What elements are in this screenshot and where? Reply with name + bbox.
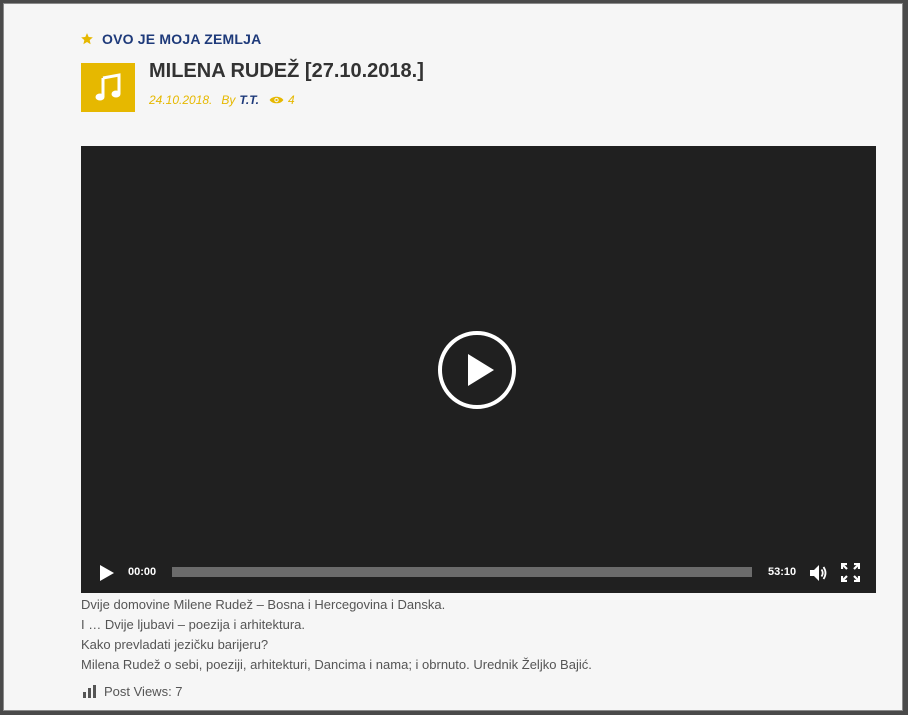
player-controls: 00:00 53:10: [81, 553, 876, 593]
post-date: 24.10.2018.: [149, 93, 213, 107]
description-line: Kako prevladati jezičku barijeru?: [81, 637, 269, 652]
category-label[interactable]: OVO JE MOJA ZEMLJA: [102, 31, 261, 47]
eye-icon: [269, 96, 284, 104]
post-description: Dvije domovine Milene Rudež – Bosna i He…: [81, 595, 592, 675]
star-icon: [81, 33, 93, 45]
post-meta: 24.10.2018. By T.T. 4: [149, 93, 295, 107]
duration: 53:10: [768, 566, 797, 578]
fullscreen-icon[interactable]: [841, 563, 860, 582]
view-count: 4: [287, 93, 295, 107]
post-views: Post Views: 7: [83, 684, 183, 699]
progress-bar[interactable]: [172, 567, 752, 577]
description-line: Milena Rudež o sebi, poeziji, arhitektur…: [81, 657, 592, 672]
current-time: 00:00: [128, 566, 157, 578]
description-line: I … Dvije ljubavi – poezija i arhitektur…: [81, 617, 305, 632]
post-thumbnail: [81, 63, 135, 112]
author-link[interactable]: T.T.: [239, 93, 259, 107]
video-player[interactable]: 00:00 53:10: [81, 146, 876, 593]
music-note-icon: [95, 72, 121, 100]
post-views-label: Post Views: 7: [104, 684, 183, 699]
by-label: By: [221, 93, 236, 107]
big-play-button[interactable]: [437, 330, 517, 410]
post-title: MILENA RUDEŽ [27.10.2018.]: [149, 60, 424, 82]
play-button[interactable]: [99, 564, 115, 582]
description-line: Dvije domovine Milene Rudež – Bosna i He…: [81, 597, 446, 612]
page-frame: OVO JE MOJA ZEMLJA MILENA RUDEŽ [27.10.2…: [3, 3, 903, 711]
bar-chart-icon: [83, 685, 96, 698]
volume-icon[interactable]: [808, 563, 828, 583]
category-link[interactable]: OVO JE MOJA ZEMLJA: [80, 31, 261, 47]
